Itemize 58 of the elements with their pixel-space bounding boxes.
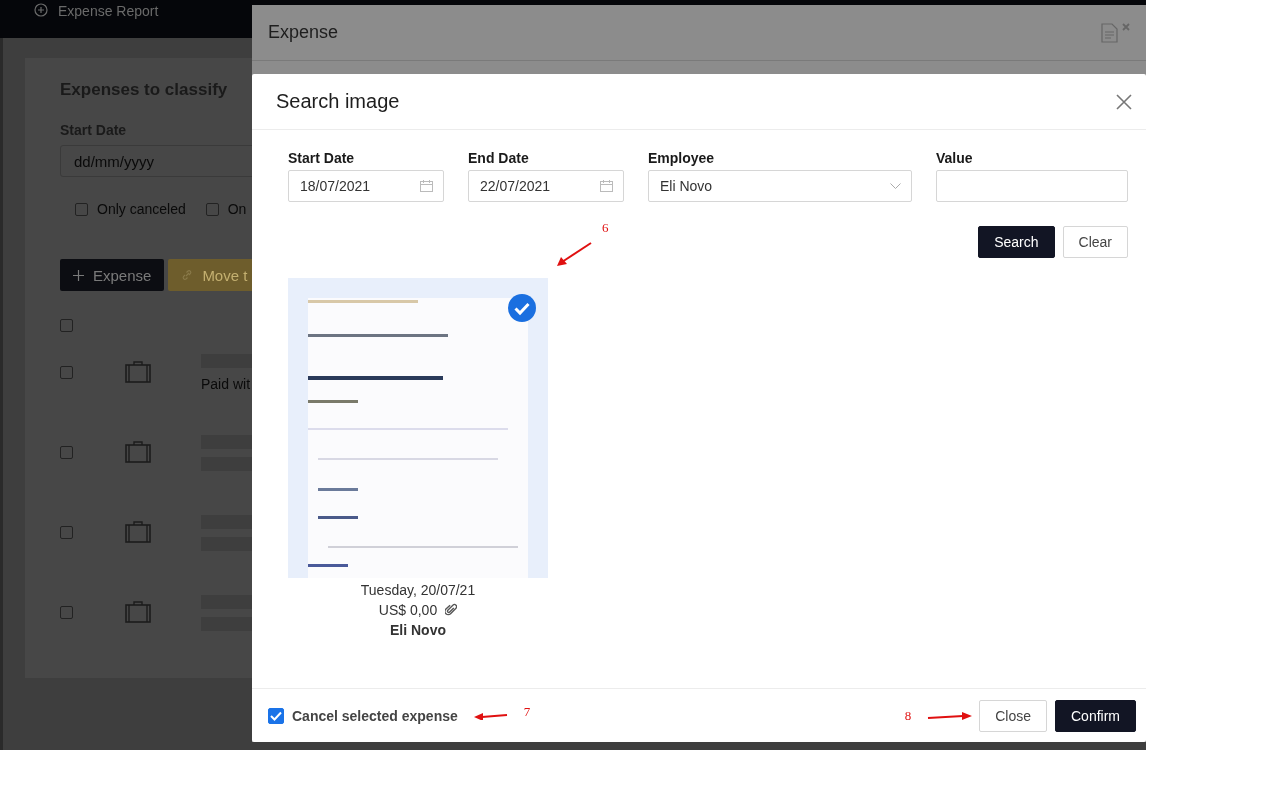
search-button[interactable]: Search xyxy=(978,226,1055,258)
chevron-down-icon xyxy=(890,182,901,190)
field-label: Employee xyxy=(648,150,716,166)
checkbox[interactable] xyxy=(60,605,73,619)
annotation-number: 7 xyxy=(523,703,531,720)
checkbox[interactable] xyxy=(60,319,73,332)
annotation-arrow xyxy=(927,710,974,721)
checkbox-label: On xyxy=(227,201,247,217)
link-icon xyxy=(181,269,194,281)
input-field[interactable] xyxy=(936,170,1128,202)
checkbox[interactable] xyxy=(205,202,219,216)
briefcase-icon xyxy=(125,441,151,463)
expense-date: Tuesday, 20/07/21 xyxy=(360,582,476,598)
field-label: Start Date xyxy=(288,150,356,166)
annotation-arrow xyxy=(556,242,592,268)
field-label: End Date xyxy=(468,150,530,166)
calendar-icon xyxy=(420,180,433,192)
annotation-arrow xyxy=(473,711,508,720)
close-icon[interactable] xyxy=(1116,93,1132,110)
plus-icon xyxy=(73,269,84,281)
employee-select[interactable]: Eli Novo xyxy=(648,170,912,202)
checkbox-label: Only canceled xyxy=(97,201,186,217)
skeleton-bar xyxy=(201,435,255,449)
dialog-title: Expense xyxy=(268,22,339,43)
plus-circle-icon xyxy=(34,3,48,17)
field-label: Value xyxy=(936,150,974,166)
checkbox[interactable] xyxy=(60,525,73,539)
date-field[interactable]: 18/07/2021 xyxy=(288,170,444,202)
checkbox[interactable] xyxy=(60,445,73,459)
annotation-number: 8 xyxy=(904,707,912,724)
dialog-title: Search image xyxy=(276,90,400,113)
skeleton-bar xyxy=(201,595,255,609)
close-button[interactable]: Close xyxy=(979,699,1047,732)
add-expense-button[interactable]: Expense xyxy=(60,259,165,291)
skeleton-bar xyxy=(201,617,255,631)
checkbox[interactable] xyxy=(268,707,284,724)
image-card[interactable] xyxy=(288,278,548,578)
payment-note: Paid wit xyxy=(201,376,252,392)
expense-amount: US$ 0,00 xyxy=(378,602,438,618)
briefcase-icon xyxy=(125,361,151,383)
date-field[interactable]: 22/07/2021 xyxy=(468,170,624,202)
clear-button[interactable]: Clear xyxy=(1062,226,1128,258)
employee-name: Eli Novo xyxy=(390,622,446,638)
checkbox-label: Cancel selected expense xyxy=(292,707,458,724)
skeleton-bar xyxy=(201,515,255,529)
confirm-button[interactable]: Confirm xyxy=(1055,699,1136,732)
skeleton-bar xyxy=(201,457,255,471)
briefcase-icon xyxy=(125,521,151,543)
checkbox[interactable] xyxy=(75,202,88,216)
skeleton-bar xyxy=(201,354,255,368)
check-badge-icon xyxy=(508,294,536,322)
briefcase-icon xyxy=(125,601,151,623)
annotation-number: 6 xyxy=(602,220,609,236)
nav-title[interactable]: Expense Report xyxy=(58,3,159,19)
calendar-icon xyxy=(600,180,613,192)
skeleton-bar xyxy=(201,537,255,551)
document-icon[interactable] xyxy=(1101,22,1118,43)
checkbox[interactable] xyxy=(60,365,73,379)
